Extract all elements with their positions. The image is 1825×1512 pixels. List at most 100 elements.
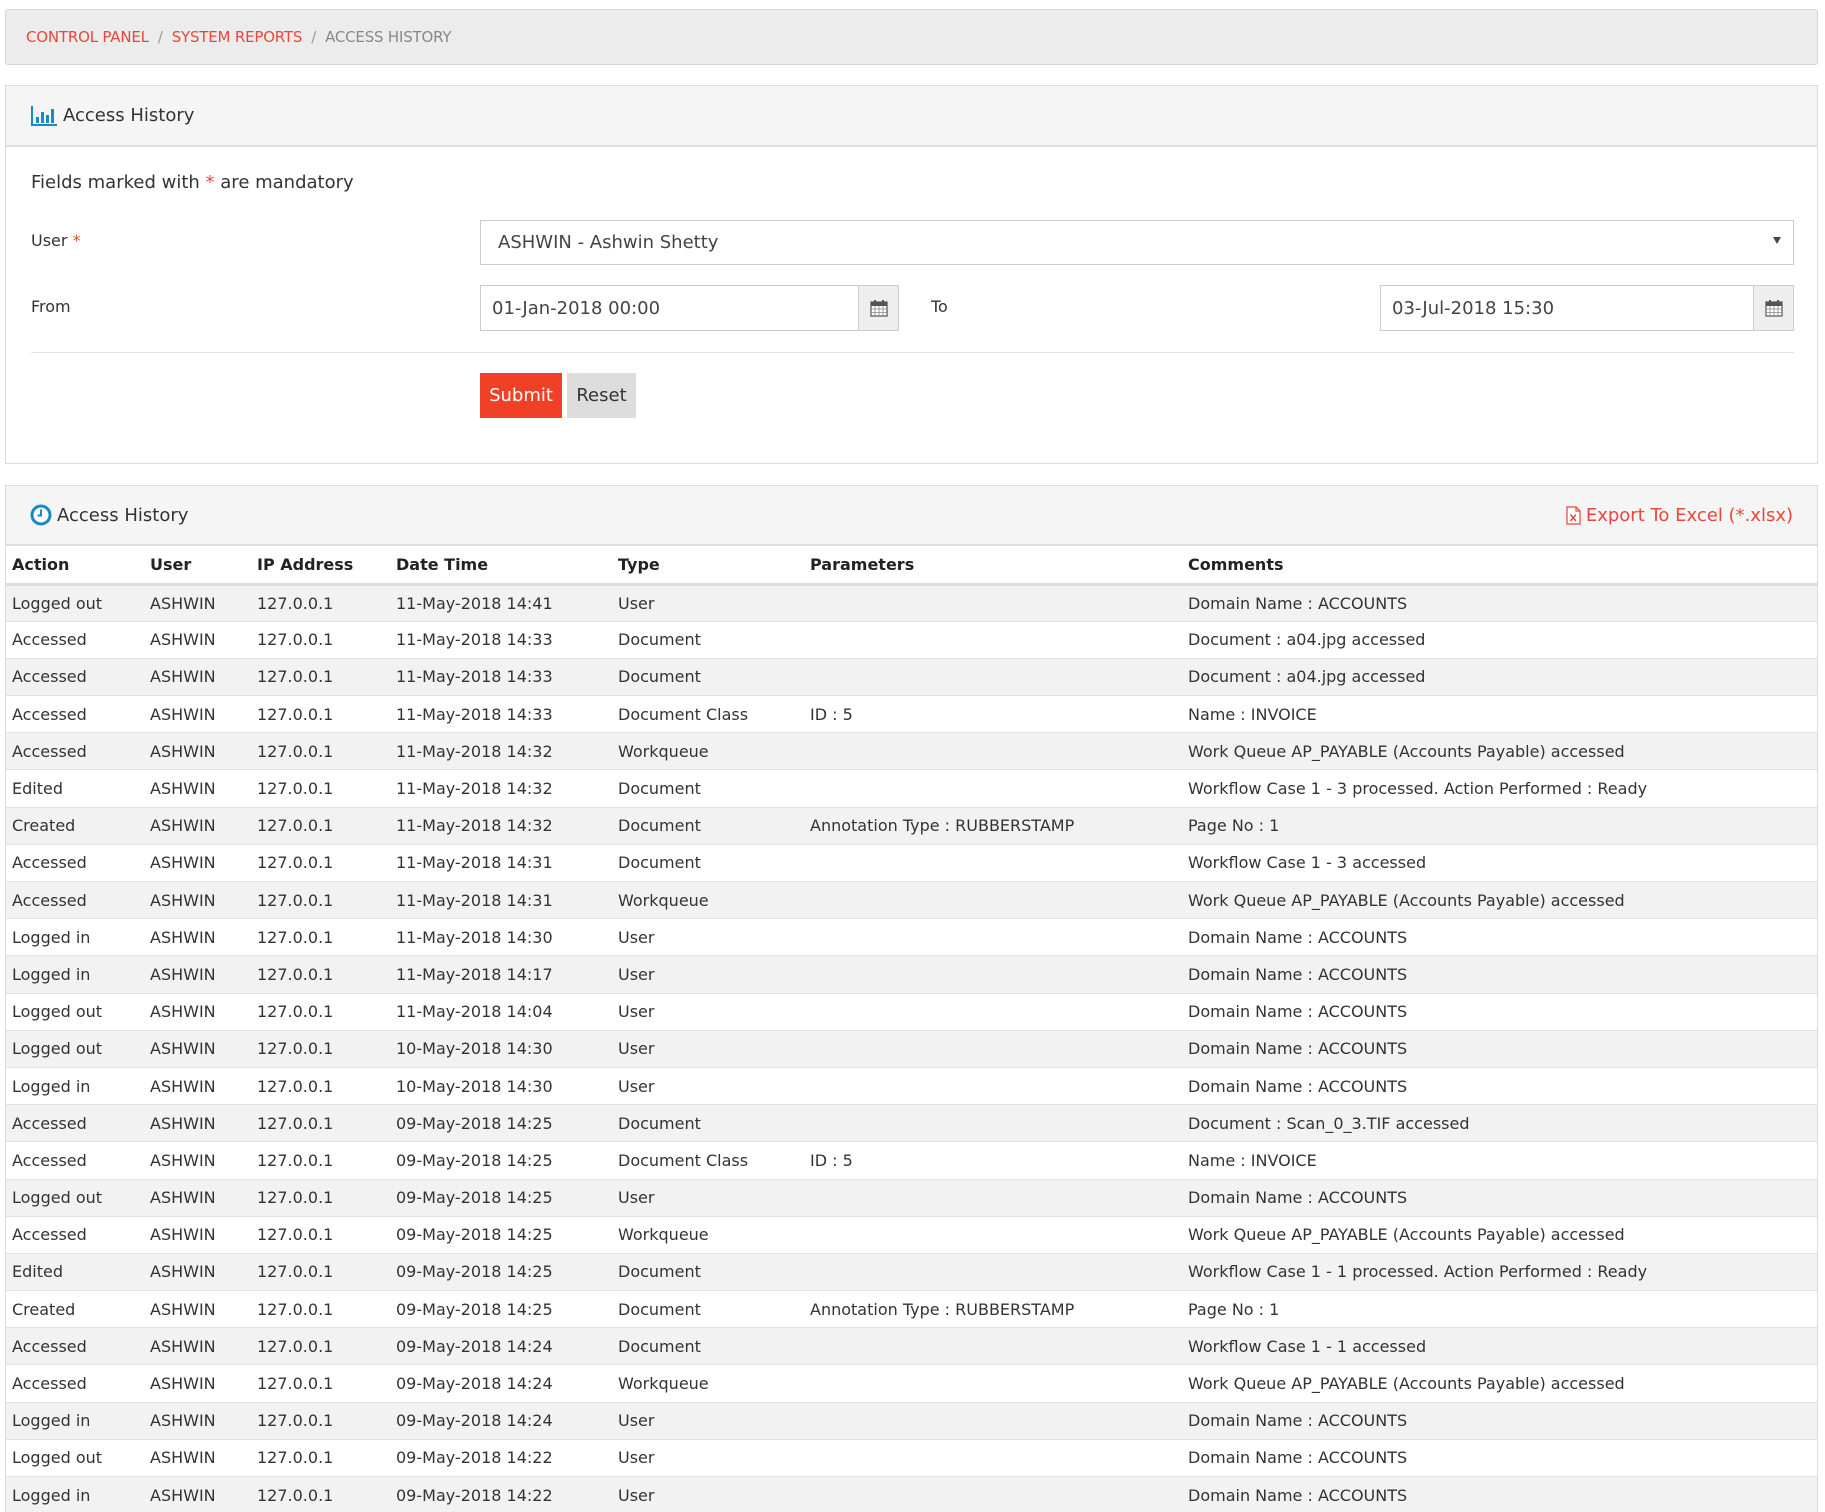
user-label: User * [31,231,81,250]
to-calendar-button[interactable] [1753,286,1793,330]
export-to-excel-label: Export To Excel (*.xlsx) [1585,504,1793,526]
cell-action: Logged out [6,1179,144,1217]
table-row: Accessed ASHWIN 127.0.0.1 11-May-2018 14:33… [6,695,1817,734]
cell-user: ASHWIN [144,769,251,808]
table-row: Logged in ASHWIN 127.0.0.1 09-May-2018 14:2… [6,1476,1817,1512]
cell-action: Logged in [6,1476,144,1512]
mandatory-note-suffix: are mandatory [220,172,354,193]
table-body: Logged out ASHWIN 127.0.0.1 11-May-2018 14:… [6,584,1817,1512]
cell-parameters [804,1402,1182,1440]
cell-type: Document [612,1290,804,1329]
cell-date-time: 09-May-2018 14:25 [390,1216,612,1254]
column-header-type[interactable]: Type [612,546,804,586]
cell-type: User [612,918,804,957]
to-date-input[interactable] [1381,286,1753,330]
cell-ip-address: 127.0.0.1 [251,1216,390,1254]
cell-parameters [804,1179,1182,1217]
cell-date-time: 09-May-2018 14:22 [390,1439,612,1478]
cell-action: Accessed [6,732,144,771]
access-history-table: Action User IP Address Date Time Type Paramet… [6,546,1817,1512]
from-date-field [480,285,899,331]
breadcrumb-separator: / [311,28,317,46]
cell-user: ASHWIN [144,1179,251,1217]
from-date-input[interactable] [481,286,858,330]
cell-ip-address: 127.0.0.1 [251,695,390,734]
table-row: Accessed ASHWIN 127.0.0.1 11-May-2018 14:33… [6,658,1817,697]
cell-ip-address: 127.0.0.1 [251,1476,390,1512]
excel-file-icon [1566,505,1581,525]
cell-user: ASHWIN [144,844,251,883]
column-header-user[interactable]: User [144,546,251,586]
from-calendar-button[interactable] [858,286,898,330]
cell-type: Document [612,1253,804,1292]
submit-button[interactable]: Submit [480,373,562,418]
cell-action: Accessed [6,1104,144,1143]
cell-type: Document [612,658,804,697]
column-header-ip-address[interactable]: IP Address [251,546,390,586]
cell-parameters [804,769,1182,808]
column-header-action[interactable]: Action [6,546,144,586]
required-marker: * [205,172,215,193]
breadcrumb-control-panel[interactable]: CONTROL PANEL [26,28,149,46]
column-header-parameters[interactable]: Parameters [804,546,1182,586]
table-row: Accessed ASHWIN 127.0.0.1 09-May-2018 14:25… [6,1216,1817,1254]
table-row: Created ASHWIN 127.0.0.1 11-May-2018 14:32 D… [6,807,1817,845]
user-select[interactable]: ASHWIN - Ashwin Shetty [480,220,1794,265]
cell-action: Accessed [6,1327,144,1366]
cell-user: ASHWIN [144,1104,251,1143]
breadcrumb: CONTROL PANEL / SYSTEM REPORTS / ACCESS … [5,9,1818,65]
cell-date-time: 11-May-2018 14:41 [390,584,612,622]
cell-user: ASHWIN [144,732,251,771]
cell-comments: Document : Scan_0_3.TIF accessed [1182,1104,1817,1143]
cell-ip-address: 127.0.0.1 [251,769,390,808]
table-header-row: Action User IP Address Date Time Type Paramet… [6,546,1817,586]
cell-type: Document [612,621,804,659]
cell-comments: Work Queue AP_PAYABLE (Accounts Payable)… [1182,732,1817,771]
from-label: From [31,297,71,316]
cell-ip-address: 127.0.0.1 [251,1179,390,1217]
cell-date-time: 11-May-2018 14:30 [390,918,612,957]
cell-user: ASHWIN [144,1476,251,1512]
cell-parameters [804,844,1182,883]
column-header-date-time[interactable]: Date Time [390,546,612,586]
cell-user: ASHWIN [144,1253,251,1292]
cell-date-time: 11-May-2018 14:32 [390,807,612,845]
cell-comments: Workflow Case 1 - 1 processed. Action Pe… [1182,1253,1817,1292]
cell-type: Workqueue [612,1364,804,1403]
user-label-text: User [31,231,68,250]
cell-user: ASHWIN [144,1439,251,1478]
filter-panel-title: Access History [63,105,195,126]
cell-ip-address: 127.0.0.1 [251,1067,390,1106]
cell-ip-address: 127.0.0.1 [251,621,390,659]
cell-ip-address: 127.0.0.1 [251,844,390,883]
cell-user: ASHWIN [144,1327,251,1366]
cell-ip-address: 127.0.0.1 [251,1327,390,1366]
cell-parameters [804,918,1182,957]
column-header-comments[interactable]: Comments [1182,546,1817,586]
cell-parameters [804,955,1182,994]
cell-date-time: 09-May-2018 14:24 [390,1402,612,1440]
to-date-field [1380,285,1794,331]
required-marker: * [72,231,81,250]
cell-parameters [804,621,1182,659]
cell-user: ASHWIN [144,1364,251,1403]
cell-parameters [804,1216,1182,1254]
export-to-excel-link[interactable]: Export To Excel (*.xlsx) [1566,505,1793,526]
table-row: Edited ASHWIN 127.0.0.1 11-May-2018 14:32 Do… [6,769,1817,808]
cell-date-time: 09-May-2018 14:25 [390,1253,612,1292]
cell-action: Accessed [6,1216,144,1254]
cell-ip-address: 127.0.0.1 [251,658,390,697]
table-row: Accessed ASHWIN 127.0.0.1 09-May-2018 14:25… [6,1141,1817,1180]
breadcrumb-system-reports[interactable]: SYSTEM REPORTS [172,28,303,46]
table-row: Logged out ASHWIN 127.0.0.1 10-May-2018 14:… [6,1030,1817,1068]
cell-action: Accessed [6,1364,144,1403]
cell-comments: Document : a04.jpg accessed [1182,658,1817,697]
cell-action: Accessed [6,621,144,659]
chevron-down-icon [1773,237,1781,244]
cell-parameters [804,1253,1182,1292]
cell-comments: Workflow Case 1 - 3 accessed [1182,844,1817,883]
reset-button[interactable]: Reset [567,373,636,418]
cell-date-time: 09-May-2018 14:25 [390,1290,612,1329]
cell-type: User [612,955,804,994]
cell-user: ASHWIN [144,1216,251,1254]
